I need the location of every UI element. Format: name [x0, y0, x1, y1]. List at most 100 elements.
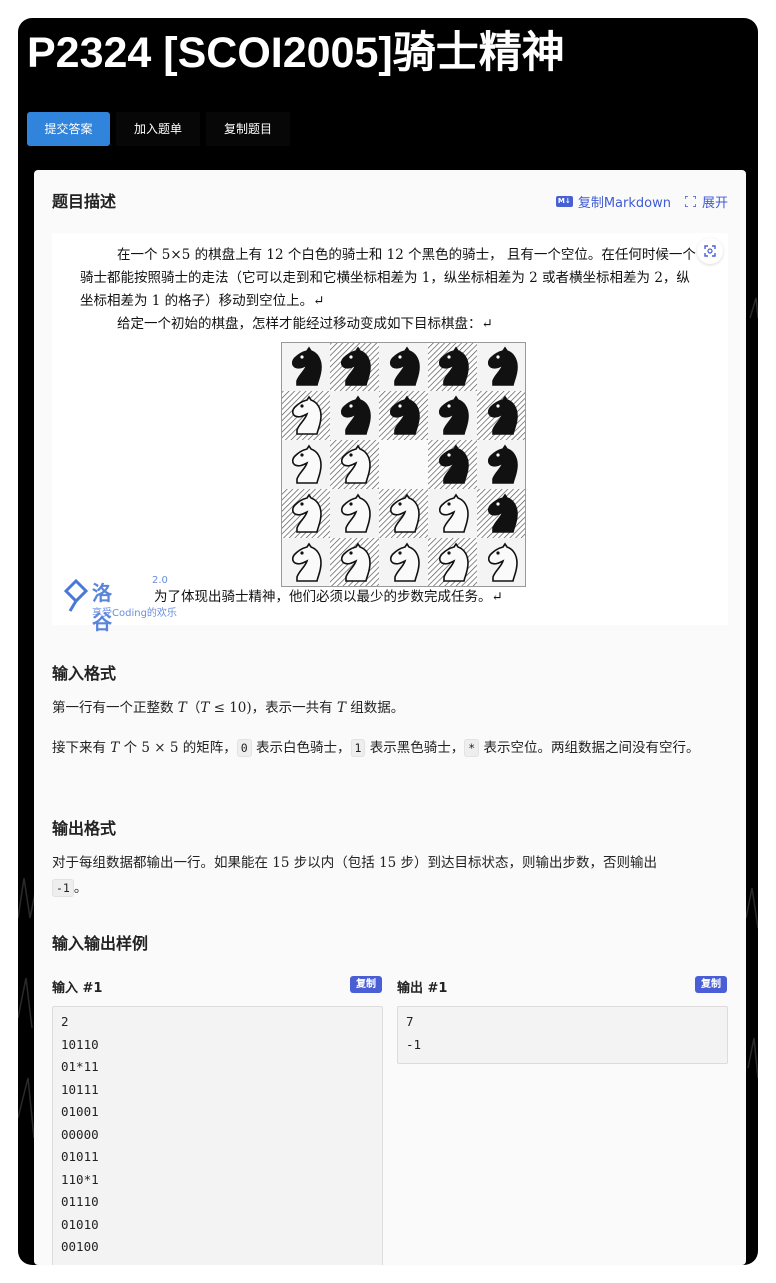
knight-eye [447, 551, 451, 555]
sample-input-line: 10111 [61, 1081, 99, 1097]
statement-paragraph-3: 为了体现出骑士精神，他们必须以最少的步数完成任务。↵ [154, 589, 503, 605]
knight-eye [300, 551, 304, 555]
knight-eye [447, 355, 451, 359]
add-to-list-button[interactable]: 加入题单 [116, 112, 200, 146]
math-number: 15 [379, 855, 397, 871]
ocr-scan-button[interactable] [697, 238, 723, 264]
copy-input-button[interactable]: 复制 [350, 976, 382, 993]
board-square [330, 391, 379, 440]
knight-eye [447, 502, 451, 506]
knight-eye [300, 355, 304, 359]
sample-input-line: 01011 [61, 1149, 99, 1164]
text: 的矩阵， [178, 740, 237, 756]
description-actions: M↓ 复制Markdown 展开 [555, 192, 728, 211]
board-square [477, 440, 526, 489]
sample-input-line: 00000 [61, 1126, 99, 1142]
copy-markdown-link[interactable]: 复制Markdown [578, 192, 671, 211]
inline-code: 0 [236, 739, 252, 757]
sample-input-line: 00100 [61, 1239, 99, 1254]
math-number: 15 [272, 855, 290, 871]
board-square [281, 489, 330, 538]
input-format-line-2: 接下来有 T 个 5 × 5 的矩阵， 0 表示白色骑士， 1 表示黑色骑士， * 表… [52, 736, 732, 761]
action-bar: 提交答案 加入题单 复制题目 [27, 112, 296, 146]
statement-image: 在一个 5×5 的棋盘上有 12 个白色的骑士和 12 个黑色的骑士， 且有一个… [52, 233, 728, 634]
page-title: P2324 [SCOI2005]骑士精神 [27, 29, 565, 77]
inline-code: * [464, 739, 480, 757]
problem-card: 题目描述 M↓ 复制Markdown 展开 在一个 5×5 的棋盘上有 12 个… [34, 170, 746, 1265]
board-square [428, 342, 477, 391]
knight-eye [398, 355, 402, 359]
scan-icon [704, 245, 716, 257]
knight-eye [300, 453, 304, 457]
text: 表示白色骑士， [251, 740, 351, 756]
board-square [428, 489, 477, 538]
math-T: T [336, 700, 346, 716]
knight-eye [300, 502, 304, 506]
knight-eye [447, 453, 451, 457]
text: 组数据。 [345, 700, 405, 716]
board-square [330, 342, 379, 391]
expand-link[interactable]: 展开 [702, 192, 728, 211]
board-square [379, 440, 428, 489]
knight-eye [496, 551, 500, 555]
sample-input-line: 01001 [61, 1104, 99, 1119]
board-square [281, 342, 330, 391]
board-square [330, 489, 379, 538]
copy-problem-button[interactable]: 复制题目 [206, 112, 290, 146]
text: 个 [119, 740, 142, 756]
board-square [281, 440, 330, 489]
knight-eye [349, 404, 353, 408]
copy-output-button[interactable]: 复制 [695, 976, 727, 993]
inline-code: -1 [52, 879, 74, 897]
board-square [379, 489, 428, 538]
watermark-version: 2.0 [152, 575, 168, 586]
text: 第一行有一个正整数 [52, 700, 178, 716]
text: 步以内（包括 [289, 855, 380, 871]
submit-answer-button[interactable]: 提交答案 [27, 112, 110, 146]
sample-input-line: 110*1 [61, 1171, 99, 1187]
target-chessboard [281, 342, 526, 587]
markdown-icon: M↓ [555, 196, 573, 207]
knight-eye [300, 404, 304, 408]
statement-paragraph-2: 给定一个初始的棋盘，怎样才能经过移动变成如下目标棋盘：↵ [117, 316, 493, 332]
board-square [281, 538, 330, 587]
math-T: T [177, 700, 187, 716]
sample-input-label: 输入 #1 [52, 981, 103, 996]
knight-eye [349, 355, 353, 359]
board-square [379, 391, 428, 440]
knight-eye [496, 404, 500, 408]
text: 表示黑色骑士， [365, 740, 465, 756]
sample-input-line: 01010 [61, 1216, 99, 1232]
expand-icon [684, 196, 696, 207]
inline-code: 1 [350, 739, 366, 757]
board-square [379, 342, 428, 391]
knight-eye [398, 502, 402, 506]
math-T: T [200, 700, 210, 716]
knight-eye [349, 453, 353, 457]
sample-input-box[interactable]: 2 10110 01*11 10111 01001 00000 01011 110*1 0111… [52, 1006, 383, 1265]
knight-eye [349, 551, 353, 555]
samples-heading: 输入输出样例 [52, 934, 149, 953]
math-T: T [110, 740, 120, 756]
text: （ [186, 700, 201, 716]
description-header: 题目描述 M↓ 复制Markdown 展开 [52, 188, 728, 212]
text: 对于每组数据都输出一行。如果能在 [52, 855, 273, 871]
sample-input-line: 2 [61, 1014, 69, 1029]
page-window: P2324 [SCOI2005]骑士精神 提交答案 加入题单 复制题目 题目描述… [18, 18, 758, 1265]
knight-eye [496, 355, 500, 359]
knight-eye [496, 453, 500, 457]
board-square [281, 391, 330, 440]
sample-input-line: 01110 [61, 1194, 99, 1209]
sample-output-box[interactable]: 7 -1 [397, 1006, 728, 1064]
board-square [428, 538, 477, 587]
watermark-slogan: 享受Coding的欢乐 [92, 608, 177, 619]
board-square [477, 538, 526, 587]
board-square [330, 440, 379, 489]
knight-eye [349, 502, 353, 506]
math-bound: ≤ 10)，表示一共有 [209, 700, 337, 716]
math-dims: 5 × 5 [141, 740, 179, 756]
sample-output-label: 输出 #1 [397, 981, 448, 996]
board-square [477, 342, 526, 391]
text: 接下来有 [52, 740, 111, 756]
sample-output-line: -1 [406, 1036, 422, 1052]
